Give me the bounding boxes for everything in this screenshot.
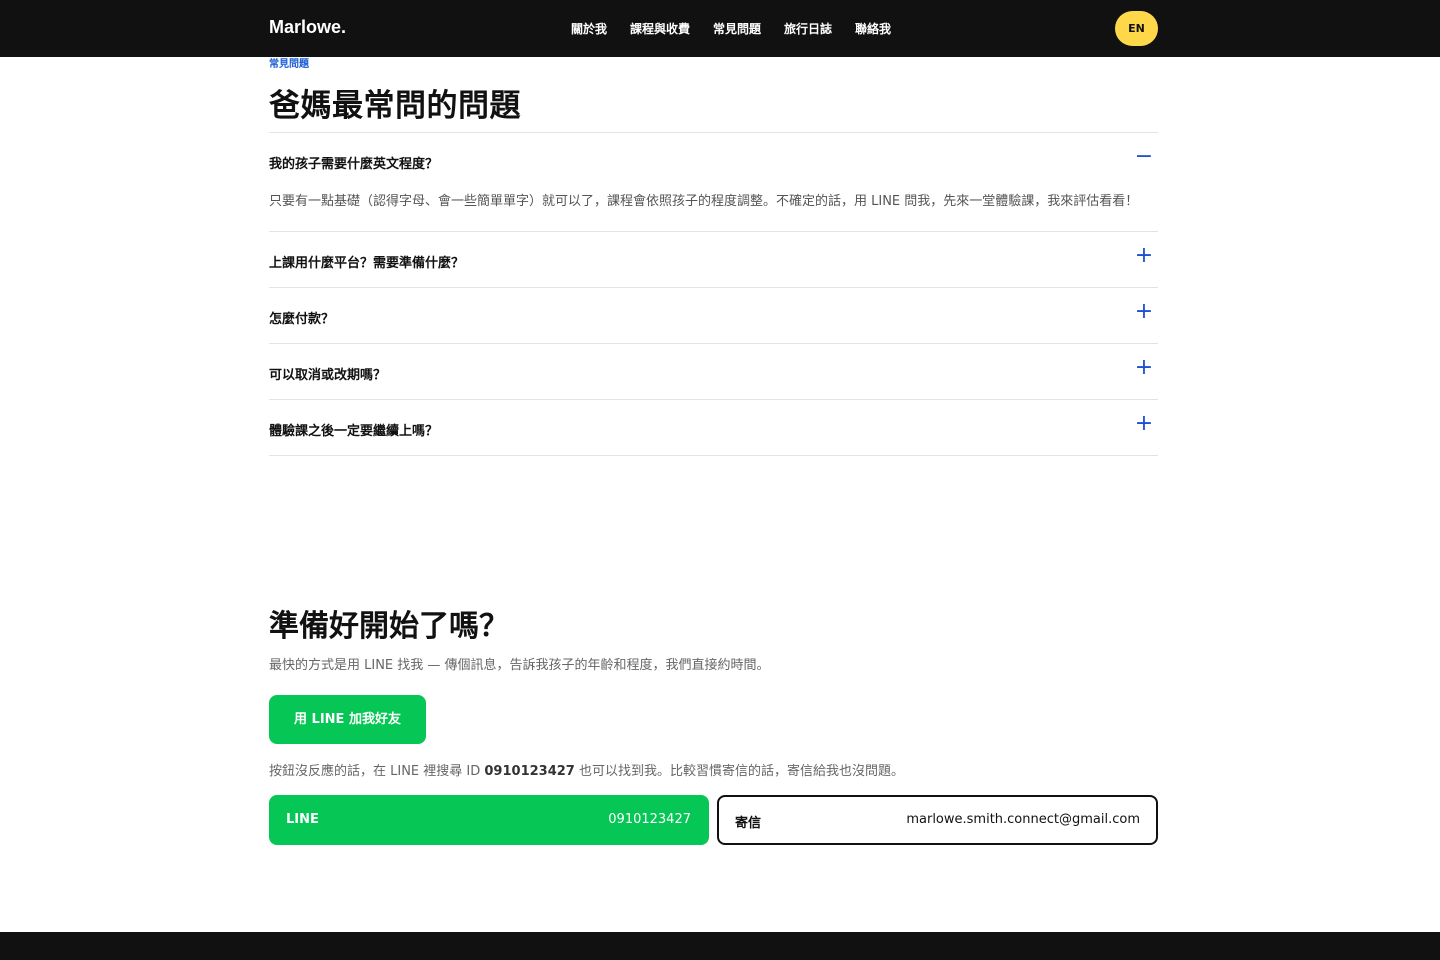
faq-question-toggle[interactable]: 上課用什麼平台？需要準備什麼？ + (269, 232, 1158, 287)
nav-item-contact[interactable]: 聯絡我 (855, 20, 891, 37)
nav-item-faq[interactable]: 常見問題 (713, 20, 761, 37)
add-line-friend-button[interactable]: 用 LINE 加我好友 (269, 695, 426, 744)
expand-icon[interactable]: + (1134, 357, 1154, 379)
line-card-value: 0910123427 (608, 812, 691, 827)
faq-item: 怎麼付款？ + (269, 288, 1158, 343)
line-id-text: 0910123427 (484, 764, 575, 779)
line-contact-card[interactable]: LINE 0910123427 (269, 795, 709, 845)
faq-question-toggle[interactable]: 體驗課之後一定要繼續上嗎？ + (269, 400, 1158, 455)
expand-icon[interactable]: + (1134, 245, 1154, 267)
nav-item-courses[interactable]: 課程與收費 (630, 20, 690, 37)
collapse-icon[interactable]: − (1134, 146, 1154, 168)
cta-title: 準備好開始了嗎？ (269, 609, 509, 644)
faq-accordion: 我的孩子需要什麼英文程度？ − 只要有一點基礎（認得字母、會一些簡單單字）就可以… (269, 132, 1158, 456)
email-card-value: marlowe.smith.connect@gmail.com (906, 812, 1140, 827)
language-toggle-button[interactable]: EN (1115, 11, 1158, 46)
faq-question: 可以取消或改期嗎？ (269, 368, 387, 383)
faq-question: 怎麼付款？ (269, 312, 335, 327)
faq-item: 上課用什麼平台？需要準備什麼？ + (269, 232, 1158, 287)
faq-question: 我的孩子需要什麼英文程度？ (269, 157, 439, 172)
faq-item: 體驗課之後一定要繼續上嗎？ + (269, 400, 1158, 455)
hint-suffix: 也可以找到我。比較習慣寄信的話，寄信給我也沒問題。 (574, 764, 904, 779)
cta-hint-text: 按鈕沒反應的話，在 LINE 裡搜尋 ID 0910123427 也可以找到我。… (269, 760, 904, 779)
faq-item: 可以取消或改期嗎？ + (269, 344, 1158, 399)
email-contact-card[interactable]: 寄信 marlowe.smith.connect@gmail.com (717, 795, 1158, 845)
email-card-label: 寄信 (735, 816, 762, 831)
main-nav: 關於我 課程與收費 常見問題 旅行日誌 聯絡我 (0, 20, 1440, 38)
line-card-label: LINE (286, 812, 319, 827)
faq-question-toggle[interactable]: 我的孩子需要什麼英文程度？ − (269, 133, 1158, 188)
cta-lead-text: 最快的方式是用 LINE 找我 — 傳個訊息，告訴我孩子的年齡和程度，我們直接約… (269, 658, 770, 673)
top-navigation-bar: Marlowe. 關於我 課程與收費 常見問題 旅行日誌 聯絡我 EN (0, 0, 1440, 57)
faq-answer: 只要有一點基礎（認得字母、會一些簡單單字）就可以了，課程會依照孩子的程度調整。不… (269, 194, 1139, 209)
hint-prefix: 按鈕沒反應的話，在 LINE 裡搜尋 ID (269, 764, 485, 779)
faq-question-toggle[interactable]: 可以取消或改期嗎？ + (269, 344, 1158, 399)
expand-icon[interactable]: + (1134, 413, 1154, 435)
divider (269, 455, 1158, 456)
faq-question: 上課用什麼平台？需要準備什麼？ (269, 256, 465, 271)
faq-question: 體驗課之後一定要繼續上嗎？ (269, 424, 439, 439)
section-eyebrow: 常見問題 (269, 59, 309, 70)
nav-item-about[interactable]: 關於我 (571, 20, 607, 37)
nav-item-travel-log[interactable]: 旅行日誌 (784, 20, 832, 37)
faq-item: 我的孩子需要什麼英文程度？ − 只要有一點基礎（認得字母、會一些簡單單字）就可以… (269, 133, 1158, 231)
footer (0, 932, 1440, 960)
faq-title: 爸媽最常問的問題 (269, 88, 521, 124)
expand-icon[interactable]: + (1134, 301, 1154, 323)
faq-question-toggle[interactable]: 怎麼付款？ + (269, 288, 1158, 343)
